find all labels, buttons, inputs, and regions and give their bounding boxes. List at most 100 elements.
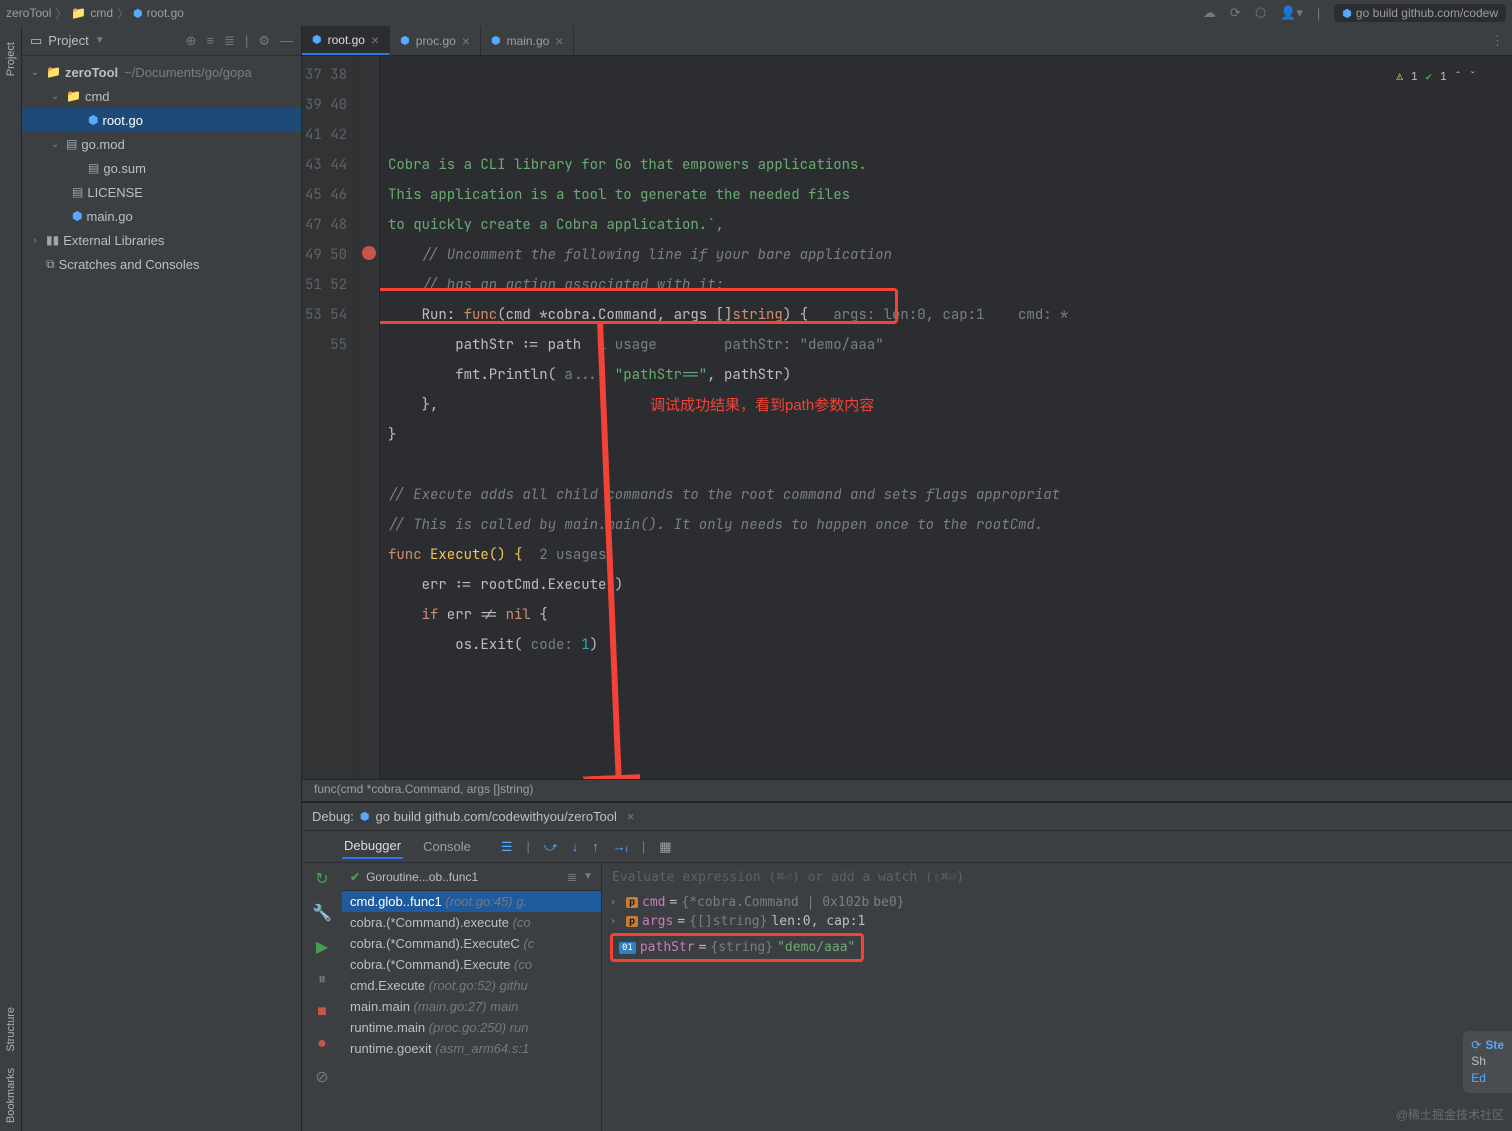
notification-popup[interactable]: ⟳Ste Sh Ed [1463, 1031, 1512, 1093]
string-badge-icon: 01 [619, 942, 636, 954]
code-line: } [388, 426, 396, 444]
chevron-down-icon[interactable]: ⌄ [48, 91, 62, 102]
code-line: err := rootCmd.Execute() [388, 576, 623, 594]
step-out-icon[interactable]: ↑ [592, 839, 599, 855]
code-line: // Execute adds all child commands to th… [388, 486, 1060, 504]
param-badge-icon: p [626, 916, 638, 927]
tab-root-go[interactable]: ⬢ root.go × [302, 26, 390, 55]
close-icon[interactable]: × [462, 33, 470, 49]
tree-label: External Libraries [63, 233, 164, 248]
code-editor[interactable]: 37 38 39 40 41 42 43 44 45 46 47 48 49 5… [302, 56, 1512, 779]
more-icon[interactable]: ⋮ [1491, 33, 1504, 49]
tree-file-license[interactable]: ▤ LICENSE [22, 180, 301, 204]
code-line: // has an action associated with it: [388, 276, 724, 294]
go-file-icon: ⬢ [1342, 7, 1352, 20]
tree-label: Scratches and Consoles [59, 257, 200, 272]
tab-debugger[interactable]: Debugger [342, 834, 403, 859]
side-tab-project[interactable]: Project [3, 34, 19, 84]
close-icon[interactable]: × [555, 33, 563, 49]
frame-row[interactable]: runtime.goexit (asm_arm64.s:1 [342, 1038, 601, 1059]
close-icon[interactable]: × [627, 809, 635, 824]
breadcrumb-sep-icon: 〉 [117, 5, 129, 22]
breadcrumb-cmd[interactable]: cmd [90, 6, 113, 20]
evaluate-field[interactable]: Evaluate expression (⌘⏎) or add a watch … [602, 863, 1512, 891]
tree-scratches[interactable]: ⧉ Scratches and Consoles [22, 252, 301, 276]
chevron-down-icon[interactable]: ⌄ [48, 139, 62, 150]
tab-console[interactable]: Console [421, 835, 473, 858]
tab-main-go[interactable]: ⬢ main.go × [481, 26, 575, 55]
debug-controls: ↻ 🔧 ▶ ⏸ ■ ● ⊘ [302, 863, 342, 1131]
var-name: pathStr [640, 940, 695, 955]
tree-file-go-mod[interactable]: ⌄ ▤ go.mod [22, 132, 301, 156]
var-cmd[interactable]: › p cmd = {*cobra.Command | 0x102bbe0} [610, 893, 1504, 912]
breakpoint-icon[interactable] [362, 246, 376, 260]
modify-icon[interactable]: 🔧 [312, 903, 332, 923]
breadcrumb-file[interactable]: root.go [147, 6, 184, 20]
rerun-icon[interactable]: ↻ [315, 869, 328, 889]
frame-row[interactable]: cobra.(*Command).ExecuteC (c [342, 933, 601, 954]
chevron-right-icon[interactable]: › [28, 235, 42, 246]
close-icon[interactable]: × [371, 32, 379, 48]
frame-row[interactable]: main.main (main.go:27) main [342, 996, 601, 1017]
expand-icon[interactable]: ≡ [206, 33, 214, 49]
go-file-icon: ⬢ [400, 34, 410, 47]
frame-row[interactable]: cobra.(*Command).execute (co [342, 912, 601, 933]
code-line: to quickly create a Cobra application.`, [388, 216, 724, 234]
frame-row[interactable]: cobra.(*Command).Execute (co [342, 954, 601, 975]
dropdown-icon[interactable]: ▼ [583, 871, 593, 882]
var-type: {*cobra.Command | 0x102b [681, 895, 869, 910]
tree-folder-cmd[interactable]: ⌄ 📁 cmd [22, 84, 301, 108]
thread-name[interactable]: Goroutine...ob..func1 [366, 870, 478, 884]
popup-link[interactable]: Ed [1471, 1070, 1504, 1087]
hide-icon[interactable]: — [280, 33, 293, 49]
tree-file-root-go[interactable]: ⬢ root.go [22, 108, 301, 132]
mute-bp-icon[interactable]: ⊘ [315, 1067, 328, 1087]
side-tab-structure[interactable]: Structure [3, 999, 19, 1060]
chevron-down-icon[interactable]: ⌄ [28, 67, 42, 78]
locate-icon[interactable]: ⊕ [186, 33, 197, 49]
var-args[interactable]: › p args = {[]string} len:0, cap:1 [610, 912, 1504, 931]
tree-file-main-go[interactable]: ⬢ main.go [22, 204, 301, 228]
chevron-right-icon[interactable]: › [610, 897, 622, 908]
tree-file-go-sum[interactable]: ▤ go.sum [22, 156, 301, 180]
var-name: cmd [642, 895, 665, 910]
step-over-icon[interactable]: ⤻ [544, 839, 558, 855]
pause-icon[interactable]: ⏸ [318, 971, 326, 989]
breadcrumb-root[interactable]: zeroTool [6, 6, 51, 20]
hex-icon[interactable]: ⬡ [1255, 5, 1266, 21]
tree-root[interactable]: ⌄ 📁 zeroTool ~/Documents/go/gopa [22, 60, 301, 84]
frame-row[interactable]: runtime.main (proc.go:250) run [342, 1017, 601, 1038]
collapse-icon[interactable]: ≣ [224, 33, 235, 49]
breakpoints-icon[interactable]: ● [317, 1035, 327, 1053]
resume-icon[interactable]: ▶ [316, 937, 328, 957]
tree-external-libs[interactable]: › ▮▮ External Libraries [22, 228, 301, 252]
gear-icon[interactable]: ⚙ [258, 33, 270, 49]
tab-label: proc.go [416, 34, 456, 48]
user-icon[interactable]: 👤▾ [1280, 5, 1303, 21]
stop-icon[interactable]: ■ [317, 1003, 327, 1021]
step-into-icon[interactable]: ↓ [572, 839, 579, 855]
var-pathstr-highlighted[interactable]: 01 pathStr = {string} "demo/aaa" [610, 933, 864, 962]
sync-icon[interactable]: ⟳ [1230, 5, 1241, 21]
dropdown-icon[interactable]: ▼ [95, 35, 105, 46]
run-config[interactable]: ⬢ go build github.com/codew [1334, 4, 1506, 22]
frame-row[interactable]: cmd.glob..func1 (root.go:45) g. [342, 891, 601, 912]
scratches-icon: ⧉ [46, 257, 55, 272]
cloud-icon[interactable]: ☁ [1203, 5, 1216, 21]
chevron-right-icon[interactable]: › [610, 916, 622, 927]
marker-bar[interactable] [1496, 56, 1512, 779]
run-to-cursor-icon[interactable]: →ᵢ [613, 839, 628, 855]
divider-icon: | [1317, 6, 1320, 21]
go-file-icon: ⬢ [360, 810, 370, 823]
evaluate-icon[interactable]: ▦ [659, 839, 671, 855]
code-content[interactable]: Cobra is a CLI library for Go that empow… [380, 56, 1496, 779]
inspection-indicators[interactable]: ⚠ 1 ✔ 1 ˆ ˇ [1396, 62, 1476, 92]
tree-label: main.go [86, 209, 132, 224]
chevron-down-icon[interactable]: ˇ [1469, 62, 1476, 92]
tab-proc-go[interactable]: ⬢ proc.go × [390, 26, 481, 55]
chevron-up-icon[interactable]: ˆ [1455, 62, 1462, 92]
side-tab-bookmarks[interactable]: Bookmarks [3, 1060, 19, 1131]
threads-icon[interactable]: ☰ [501, 839, 513, 855]
filter-icon[interactable]: ≣ [567, 870, 577, 884]
frame-row[interactable]: cmd.Execute (root.go:52) githu [342, 975, 601, 996]
